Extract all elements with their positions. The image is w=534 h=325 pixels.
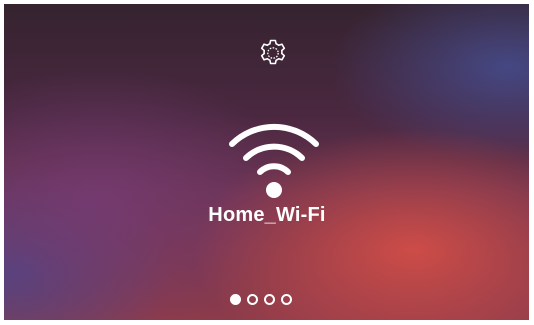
network-name: Home_Wi-Fi	[208, 204, 326, 226]
home-screen	[4, 4, 529, 320]
wifi-icon	[226, 116, 322, 200]
device-frame: Home_Wi-Fi	[0, 0, 534, 325]
page-dot-4[interactable]	[281, 294, 292, 305]
page-dot-3[interactable]	[264, 294, 275, 305]
page-indicator	[230, 294, 292, 305]
page-dot-2[interactable]	[247, 294, 258, 305]
settings-gear-icon[interactable]	[258, 38, 288, 68]
page-dot-1[interactable]	[230, 294, 241, 305]
